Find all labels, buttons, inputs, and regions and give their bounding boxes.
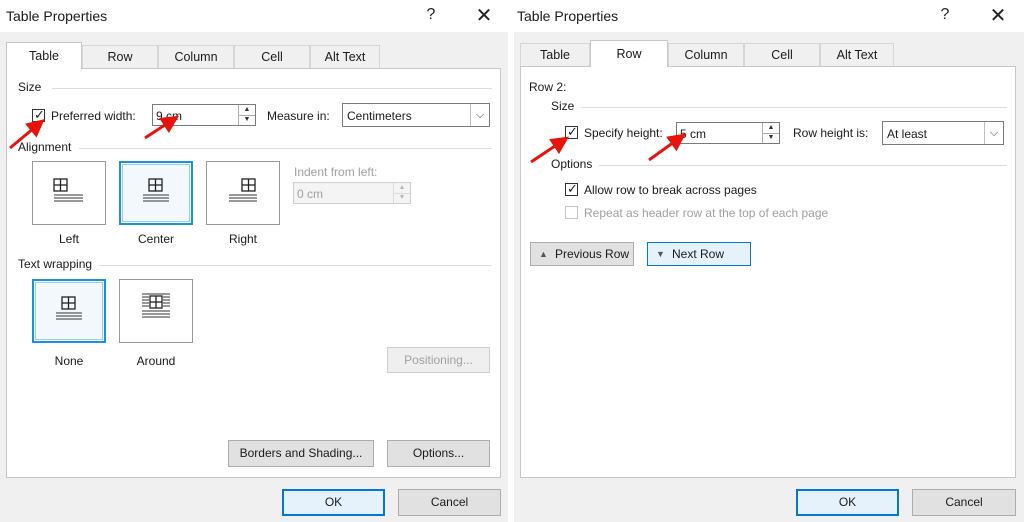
arrow-to-preferred-width-checkbox — [9, 119, 45, 150]
arrow-to-specify-height-checkbox — [530, 136, 569, 164]
align-center-option[interactable] — [119, 161, 193, 225]
arrow-to-preferred-width-field — [144, 115, 180, 140]
tab-row[interactable]: Row — [590, 40, 668, 67]
annotation-arrows — [9, 115, 686, 164]
table-align-center-icon — [143, 178, 169, 202]
arrow-to-height-field — [648, 133, 686, 162]
wrap-none-option[interactable] — [32, 279, 106, 343]
tab-table[interactable]: Table — [6, 42, 82, 69]
wrap-none-icon — [56, 296, 82, 320]
